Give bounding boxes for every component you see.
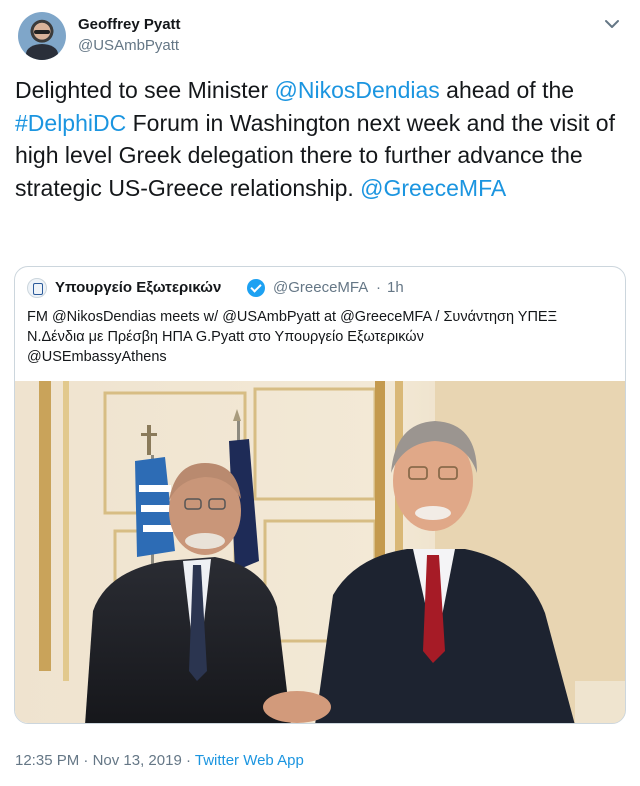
tweet-time[interactable]: 12:35 PM bbox=[15, 752, 79, 769]
tweet-text-segment: ahead of the bbox=[439, 77, 575, 103]
source-app-link[interactable]: Twitter Web App bbox=[195, 752, 304, 769]
tweet-header: Geoffrey Pyatt @USAmbPyatt bbox=[18, 12, 622, 62]
verified-badge-icon bbox=[247, 279, 265, 297]
avatar-glasses bbox=[34, 30, 50, 34]
quoted-tweet-text: FM @NikosDendias meets w/ @USAmbPyatt at… bbox=[27, 307, 617, 367]
author-name[interactable]: Geoffrey Pyatt bbox=[78, 16, 181, 33]
quoted-text-line: FM @NikosDendias meets w/ @USAmbPyatt at… bbox=[27, 309, 558, 325]
tweet-text-segment: Delighted to see Minister bbox=[15, 77, 275, 103]
quoted-author-name[interactable]: Υπουργείο Εξωτερικών bbox=[55, 279, 221, 296]
avatar[interactable] bbox=[18, 12, 66, 60]
quoted-text-line: Ν.Δένδια με Πρέσβη ΗΠΑ G.Pyatt στο Υπουρ… bbox=[27, 329, 424, 345]
quoted-timestamp[interactable]: 1h bbox=[387, 279, 404, 296]
footer-separator: · bbox=[181, 752, 195, 769]
author-handle[interactable]: @USAmbPyatt bbox=[78, 37, 179, 54]
hashtag-link-delphidc[interactable]: #DelphiDC bbox=[15, 110, 126, 136]
quoted-separator: · bbox=[376, 279, 381, 296]
quoted-tweet-header: Υπουργείο Εξωτερικών @GreeceMFA · 1h bbox=[27, 277, 617, 301]
mention-link-nikosdendias[interactable]: @NikosDendias bbox=[275, 77, 440, 103]
tweet-date[interactable]: Nov 13, 2019 bbox=[93, 752, 182, 769]
tweet-footer: 12:35 PM · Nov 13, 2019 · Twitter Web Ap… bbox=[15, 752, 304, 769]
quoted-author-handle[interactable]: @GreeceMFA bbox=[273, 279, 368, 296]
avatar-shirt bbox=[26, 44, 58, 60]
quoted-tweet[interactable]: Υπουργείο Εξωτερικών @GreeceMFA · 1h FM … bbox=[14, 266, 626, 724]
quoted-text-line: @USEmbassyAthens bbox=[27, 349, 167, 365]
chevron-down-icon[interactable] bbox=[602, 14, 622, 34]
tweet-text: Delighted to see Minister @NikosDendias … bbox=[15, 74, 625, 204]
greecemfa-logo-icon[interactable] bbox=[27, 278, 47, 298]
footer-separator: · bbox=[79, 752, 93, 769]
mention-link-greecemfa[interactable]: @GreeceMFA bbox=[360, 175, 506, 201]
quoted-tweet-photo[interactable] bbox=[15, 381, 625, 724]
